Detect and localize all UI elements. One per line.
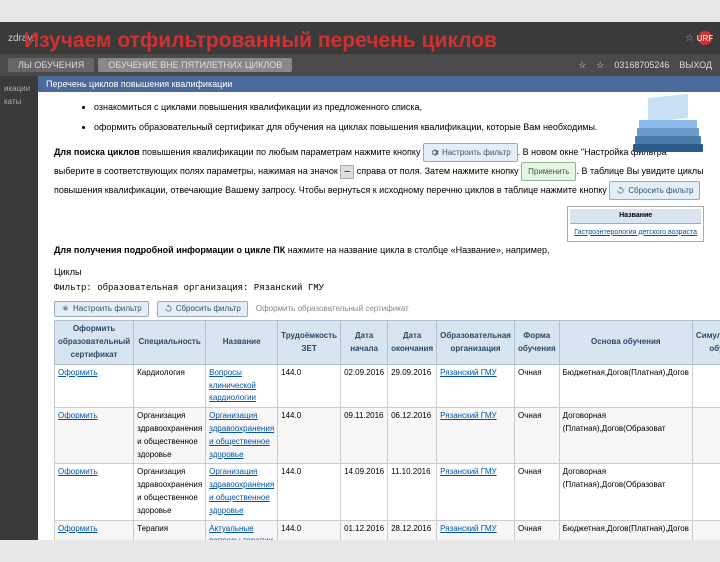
user-id: 03168705246 xyxy=(614,60,669,70)
slide-title: Изучаем отфильтрованный перечень циклов xyxy=(24,28,497,53)
example-link[interactable]: Гастроэнтерология детского возраста xyxy=(570,226,701,239)
column-header[interactable]: Форма обучения xyxy=(514,321,559,364)
column-header[interactable]: Специальность xyxy=(134,321,206,364)
start-cell: 01.12.2016 xyxy=(341,520,388,540)
minus-button[interactable]: – xyxy=(340,165,354,179)
cert-link[interactable]: Оформить образовательный сертификат xyxy=(256,303,409,316)
search-instruction: Для поиска циклов повышения квалификации… xyxy=(54,143,704,201)
org-link[interactable]: Рязанский ГМУ xyxy=(440,467,497,476)
intro-list: ознакомиться с циклами повышения квалифи… xyxy=(94,100,704,135)
zet-cell: 144.0 xyxy=(278,364,341,407)
zet-cell: 144.0 xyxy=(278,464,341,520)
active-filter: Фильтр: образовательная организация: Ряз… xyxy=(54,281,704,295)
spec-cell: Кардиология xyxy=(134,364,206,407)
column-header[interactable]: Дата начала xyxy=(341,321,388,364)
form-cell: Очная xyxy=(514,464,559,520)
column-header[interactable]: Образовательная организация xyxy=(437,321,515,364)
bookmark-star-icon[interactable]: ☆ xyxy=(685,33,694,44)
action-link[interactable]: Оформить xyxy=(58,411,98,420)
table-row: Оформить КардиологияВопросы клинической к… xyxy=(55,364,720,407)
table-row: Оформить ТерапияАктуальные вопросы терапи… xyxy=(55,520,720,540)
apply-chip[interactable]: Применить xyxy=(521,162,576,181)
form-cell: Очная xyxy=(514,364,559,407)
start-cell: 09.11.2016 xyxy=(341,408,388,464)
end-cell: 06.12.2016 xyxy=(388,408,437,464)
sidebar-item[interactable]: каты xyxy=(0,95,38,108)
end-cell: 11.10.2016 xyxy=(388,464,437,520)
start-cell: 14.09.2016 xyxy=(341,464,388,520)
panel-title: Перечень циклов повышения квалификации xyxy=(38,76,720,92)
form-cell: Очная xyxy=(514,520,559,540)
basis-cell: Договорная (Платная),Догов(Образоват xyxy=(559,464,692,520)
action-link[interactable]: Оформить xyxy=(58,524,98,533)
column-header[interactable]: Симуляционное обучение xyxy=(692,321,720,364)
sim-cell: ✔ xyxy=(692,464,720,520)
books-illustration xyxy=(628,96,708,152)
star-icon[interactable]: ☆ xyxy=(578,60,586,71)
spec-cell: Организация здравоохранения и общественн… xyxy=(134,464,206,520)
org-link[interactable]: Рязанский ГМУ xyxy=(440,368,497,377)
sim-cell: ✔ xyxy=(692,364,720,407)
action-link[interactable]: Оформить xyxy=(58,368,98,377)
reset-icon xyxy=(164,304,173,313)
gear-icon xyxy=(430,148,439,157)
cycles-label: Циклы xyxy=(54,265,704,279)
spec-cell: Организация здравоохранения и общественн… xyxy=(134,408,206,464)
tab-outside-cycles[interactable]: ОБУЧЕНИЕ ВНЕ ПЯТИЛЕТНИХ ЦИКЛОВ xyxy=(98,58,292,72)
spec-cell: Терапия xyxy=(134,520,206,540)
basis-cell: Бюджетная,Догов(Платная),Догов xyxy=(559,364,692,407)
extension-badge[interactable]: URF xyxy=(698,31,712,45)
gear-icon xyxy=(61,304,70,313)
column-header[interactable]: Основа обучения xyxy=(559,321,692,364)
zet-cell: 144.0 xyxy=(278,408,341,464)
reset-icon xyxy=(616,186,625,195)
org-link[interactable]: Рязанский ГМУ xyxy=(440,411,497,420)
column-header[interactable]: Трудоёмкость ЗЕТ xyxy=(278,321,341,364)
table-row: Оформить Организация здравоохранения и об… xyxy=(55,464,720,520)
intro-bullet: оформить образовательный сертификат для … xyxy=(94,120,704,134)
basis-cell: Договорная (Платная),Догов(Образоват xyxy=(559,408,692,464)
table-row: Оформить Организация здравоохранения и об… xyxy=(55,408,720,464)
grid-toolbar: Настроить фильтр Сбросить фильтр Оформит… xyxy=(54,298,704,321)
form-cell: Очная xyxy=(514,408,559,464)
reset-chip[interactable]: Сбросить фильтр xyxy=(609,181,700,200)
intro-bullet: ознакомиться с циклами повышения квалифи… xyxy=(94,100,704,114)
main-panel: Перечень циклов повышения квалификации о… xyxy=(38,76,720,540)
zet-cell: 144.0 xyxy=(278,520,341,540)
end-cell: 29.09.2016 xyxy=(388,364,437,407)
cycle-name-link[interactable]: Организация здравоохранения и общественн… xyxy=(209,411,274,458)
cycle-name-link[interactable]: Вопросы клинической кардиологии xyxy=(209,368,256,403)
sim-cell: ✔ xyxy=(692,520,720,540)
end-cell: 28.12.2016 xyxy=(388,520,437,540)
column-header[interactable]: Оформить образовательный сертификат xyxy=(55,321,134,364)
filter-chip[interactable]: Настроить фильтр xyxy=(423,143,518,162)
detail-instruction: Для получения подробной информации о цик… xyxy=(54,242,704,259)
reset-button[interactable]: Сбросить фильтр xyxy=(157,301,248,318)
star-icon[interactable]: ☆ xyxy=(596,60,604,71)
tab-education[interactable]: ЛЫ ОБУЧЕНИЯ xyxy=(8,58,94,72)
cycles-grid: Оформить образовательный сертификатСпеци… xyxy=(54,320,720,540)
example-header: Название xyxy=(570,209,701,223)
column-header[interactable]: Название xyxy=(206,321,278,364)
sim-cell: ✔ xyxy=(692,408,720,464)
sidebar-item[interactable]: икации xyxy=(0,82,38,95)
start-cell: 02.09.2016 xyxy=(341,364,388,407)
cycle-name-link[interactable]: Организация здравоохранения и общественн… xyxy=(209,467,274,514)
filter-button[interactable]: Настроить фильтр xyxy=(54,301,149,318)
topbar: ЛЫ ОБУЧЕНИЯ ОБУЧЕНИЕ ВНЕ ПЯТИЛЕТНИХ ЦИКЛ… xyxy=(0,54,720,76)
logout-link[interactable]: ВЫХОД xyxy=(679,60,712,70)
org-link[interactable]: Рязанский ГМУ xyxy=(440,524,497,533)
basis-cell: Бюджетная,Догов(Платная),Догов xyxy=(559,520,692,540)
example-table: Название Гастроэнтерология детского возр… xyxy=(567,206,704,241)
action-link[interactable]: Оформить xyxy=(58,467,98,476)
column-header[interactable]: Дата окончания xyxy=(388,321,437,364)
sidebar: икации каты xyxy=(0,76,38,540)
cycle-name-link[interactable]: Актуальные вопросы терапии xyxy=(209,524,273,540)
